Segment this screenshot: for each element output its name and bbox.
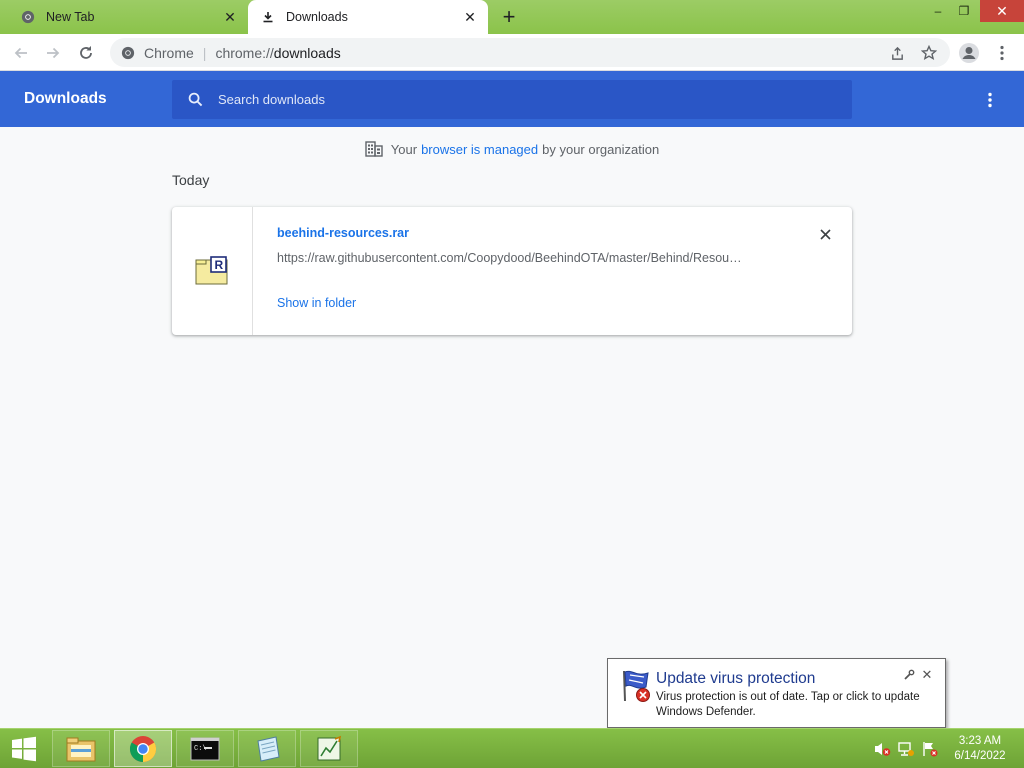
building-icon <box>365 140 383 158</box>
file-icon-column: R <box>172 207 253 335</box>
close-tab-icon[interactable]: ✕ <box>460 7 480 27</box>
defender-flag-icon <box>618 669 654 703</box>
url-path: downloads <box>273 44 341 61</box>
network-icon[interactable] <box>897 741 915 757</box>
bookmark-star-icon[interactable] <box>920 44 938 62</box>
close-icon <box>819 228 831 240</box>
taskbar-command-prompt[interactable]: C:\ <box>176 730 234 767</box>
chrome-icon <box>20 9 36 25</box>
defender-notification[interactable]: Update virus protection Virus protection… <box>607 658 946 728</box>
address-bar[interactable]: Chrome | chrome://downloads <box>110 38 950 67</box>
omnibox-separator: | <box>202 44 207 61</box>
download-item: R beehind-resources.rar https://raw.gith… <box>172 207 852 335</box>
taskbar-file-explorer[interactable] <box>52 730 110 767</box>
forward-arrow-icon <box>47 47 60 59</box>
browser-toolbar: Chrome | chrome://downloads <box>0 34 1024 71</box>
search-icon <box>186 91 204 109</box>
rar-archive-icon: R <box>195 256 228 285</box>
clock-time: 3:23 AM <box>958 735 1002 747</box>
maximize-button[interactable]: ❐ <box>950 0 978 22</box>
download-icon <box>260 9 276 25</box>
forward-button[interactable] <box>40 40 66 66</box>
tab-new-tab[interactable]: New Tab ✕ <box>8 0 248 34</box>
reload-icon <box>80 46 92 59</box>
back-arrow-icon <box>14 47 27 59</box>
clock-date: 6/14/2022 <box>954 750 1006 762</box>
notification-close-icon[interactable]: ✕ <box>919 667 935 683</box>
search-box[interactable] <box>172 80 852 119</box>
taskbar-chrome[interactable] <box>114 730 172 767</box>
tab-title: Downloads <box>286 10 348 24</box>
svg-text:R: R <box>215 258 224 272</box>
managed-notice: Your browser is managed by your organiza… <box>0 138 1024 160</box>
url-prefix: chrome:// <box>215 44 274 61</box>
downloads-header: Downloads <box>0 71 1024 127</box>
chrome-icon <box>120 45 136 61</box>
taskbar: C:\ 3:23 AM 6/14/2022 <box>0 728 1024 768</box>
windows-logo-icon <box>12 736 36 762</box>
new-tab-button[interactable]: + <box>498 4 520 29</box>
wrench-icon[interactable] <box>901 667 917 683</box>
folder-icon <box>66 737 96 761</box>
managed-link[interactable]: browser is managed <box>421 142 538 157</box>
system-clock[interactable]: 3:23 AM 6/14/2022 <box>944 734 1016 764</box>
start-button[interactable] <box>0 729 48 768</box>
notification-text: Virus protection is out of date. Tap or … <box>656 691 920 718</box>
tab-title: New Tab <box>46 10 95 24</box>
file-name-link[interactable]: beehind-resources.rar <box>277 226 409 240</box>
taskbar-notepad[interactable] <box>238 730 296 767</box>
downloads-menu-button[interactable] <box>978 88 1002 112</box>
close-tab-icon[interactable]: ✕ <box>220 7 240 27</box>
reload-button[interactable] <box>73 40 99 66</box>
profile-avatar[interactable] <box>956 40 982 66</box>
cmd-icon: C:\ <box>190 737 220 760</box>
share-icon[interactable] <box>888 44 906 62</box>
tab-downloads[interactable]: Downloads ✕ <box>248 0 488 34</box>
managed-suffix: by your organization <box>542 141 660 157</box>
more-vert-icon <box>1000 45 1004 61</box>
remove-download-button[interactable] <box>815 224 835 244</box>
action-center-flag-icon[interactable] <box>921 741 939 757</box>
date-group-label: Today <box>172 172 210 188</box>
back-button[interactable] <box>8 40 34 66</box>
show-in-folder-link[interactable]: Show in folder <box>277 296 356 310</box>
managed-prefix: Your <box>390 141 418 157</box>
notepad-icon <box>257 735 280 762</box>
taskbar-graph-app[interactable] <box>300 730 358 767</box>
more-vert-icon <box>988 92 992 108</box>
file-source-url[interactable]: https://raw.githubusercontent.com/Coopyd… <box>277 251 777 265</box>
page-title: Downloads <box>24 90 107 107</box>
minimize-button[interactable]: – <box>924 0 952 22</box>
tab-strip: New Tab ✕ Downloads ✕ + – ❐ ✕ <box>0 0 1024 34</box>
window-close-button[interactable]: ✕ <box>980 0 1024 22</box>
volume-muted-icon[interactable] <box>873 741 891 757</box>
scheme-label: Chrome <box>144 44 194 61</box>
chrome-icon <box>129 735 157 762</box>
account-icon <box>959 43 979 63</box>
search-input[interactable] <box>218 92 818 107</box>
chrome-menu-button[interactable] <box>989 40 1015 66</box>
graph-icon <box>317 735 342 760</box>
notification-title: Update virus protection <box>656 670 816 687</box>
